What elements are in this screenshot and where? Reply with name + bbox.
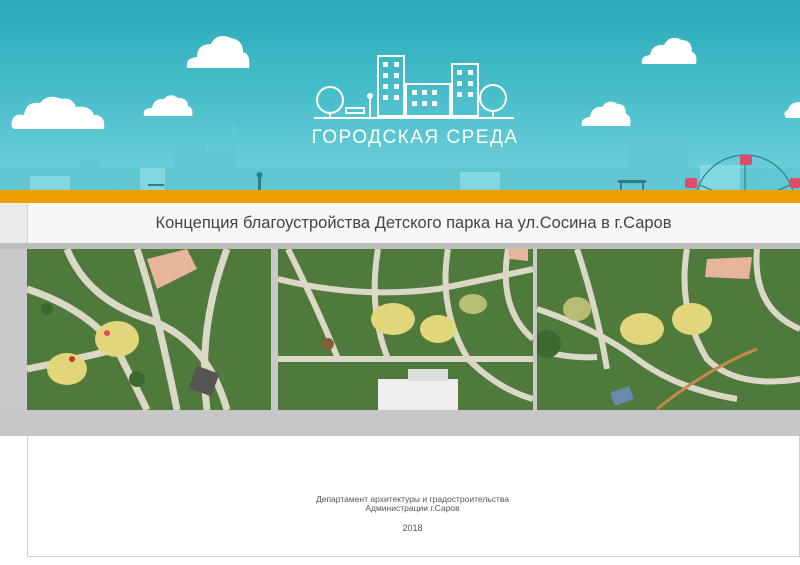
page-title: Концепция благоустройства Детского парка… [155, 214, 672, 232]
park-plan-image-2 [278, 249, 533, 410]
masterplan-strip [0, 249, 800, 410]
cloud-icon [143, 95, 193, 116]
logo-text: ГОРОДСКАЯ СРЕДА [311, 127, 519, 148]
cloud-icon [641, 37, 697, 64]
park-plan-image-3 [537, 249, 800, 410]
cloud-icon [11, 96, 105, 129]
cloud-icon [186, 36, 250, 68]
year: 2018 [402, 523, 423, 533]
orange-accent-bar [0, 190, 800, 203]
cloud-icon [581, 101, 631, 126]
park-plan-image-1 [27, 249, 271, 410]
header-banner: ГОРОДСКАЯ СРЕДА [0, 0, 800, 190]
department-line-2: Администрации г.Саров [365, 503, 460, 513]
bottom-gray-band [0, 410, 800, 436]
cloud-icon [784, 102, 800, 118]
